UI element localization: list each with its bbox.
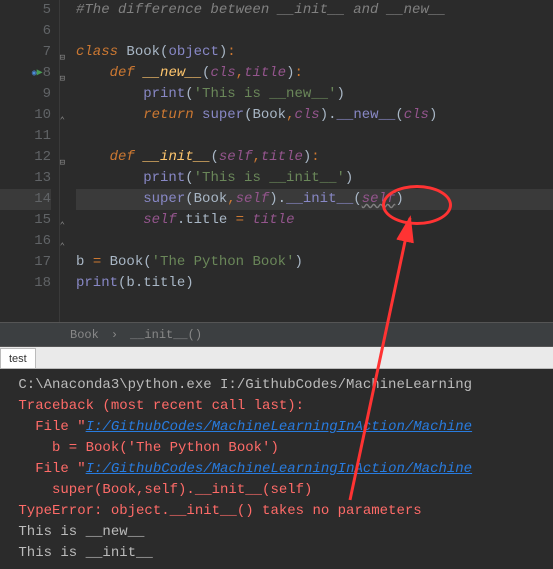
console-tab[interactable]: test [0,348,36,368]
call-print: print [143,170,185,186]
self-ref: self [143,212,177,228]
console-code-line: super(Book,self).__init__(self) [10,480,543,501]
line-num: 11 [34,126,51,147]
line-num: 8 [43,63,51,84]
ctor-book: Book [110,254,144,270]
kw-def: def [110,65,135,81]
console-file-prefix: File " [10,461,86,477]
console-file-prefix: File " [10,419,86,435]
line-num: 13 [34,168,51,189]
line-num: 6 [43,21,51,42]
arg-self-highlighted: self [362,191,396,207]
console-output[interactable]: C:\Anaconda3\python.exe I:/GithubCodes/M… [0,369,553,569]
console-error-msg: TypeError: object.__init__() takes no pa… [10,501,543,522]
arg-cls2: cls [404,107,429,123]
breadcrumb[interactable]: Book › __init__() [0,322,553,347]
line-num: 7 [43,42,51,63]
var-b: b [76,254,84,270]
call-init: __init__ [286,191,353,207]
param-title-ref: title [252,212,294,228]
arg-book: Book [194,191,228,207]
param-self: self [219,149,253,165]
call-print: print [143,86,185,102]
kw-return: return [143,107,193,123]
base-object: object [168,44,218,60]
line-num: 5 [43,0,51,21]
call-super: super [143,191,185,207]
line-num: 14 [34,189,51,210]
console-tab-bar: test [0,347,553,369]
console-stdout: This is __init__ [10,543,543,564]
call-new: __new__ [337,107,396,123]
param-cls: cls [210,65,235,81]
line-gutter: 5 6 7⊟ ◉▶8⊟ 9 10⌃ 11 12⊟ 13 14 15⌃ 16⌃ 1… [0,0,60,322]
line-num: 16 [34,231,51,252]
line-num: 15 [34,210,51,231]
console-code-line: b = Book('The Python Book') [10,438,543,459]
console-file-link[interactable]: I:/GithubCodes/MachineLearningInAction/M… [86,419,472,435]
str-init: 'This is __init__' [194,170,345,186]
code-editor[interactable]: 5 6 7⊟ ◉▶8⊟ 9 10⌃ 11 12⊟ 13 14 15⌃ 16⌃ 1… [0,0,553,322]
attr-title: title [185,212,227,228]
class-name: Book [126,44,160,60]
console-traceback: Traceback (most recent call last): [10,396,543,417]
comment: #The difference between __init__ and __n… [76,2,446,18]
arg-book: Book [252,107,286,123]
str-new: 'This is __new__' [194,86,337,102]
line-num: 12 [34,147,51,168]
call-print: print [76,275,118,291]
code-area[interactable]: #The difference between __init__ and __n… [60,0,553,322]
line-num: 10 [34,105,51,126]
breadcrumb-sep-icon: › [111,328,118,342]
param-title: title [261,149,303,165]
arg-self: self [236,191,270,207]
var-b: b [126,275,134,291]
breadcrumb-class[interactable]: Book [70,328,99,342]
line-num: 18 [34,273,51,294]
breadcrumb-method[interactable]: __init__() [130,328,202,342]
kw-def: def [110,149,135,165]
fn-new: __new__ [143,65,202,81]
attr-title: title [143,275,185,291]
console-stdout: This is __new__ [10,522,543,543]
console-line: C:\Anaconda3\python.exe I:/GithubCodes/M… [10,375,543,396]
fn-init: __init__ [143,149,210,165]
console-file-link[interactable]: I:/GithubCodes/MachineLearningInAction/M… [86,461,472,477]
kw-class: class [76,44,118,60]
line-num: 17 [34,252,51,273]
param-title: title [244,65,286,81]
call-super: super [202,107,244,123]
arg-cls: cls [294,107,319,123]
line-num: 9 [43,84,51,105]
str-bookname: 'The Python Book' [152,254,295,270]
